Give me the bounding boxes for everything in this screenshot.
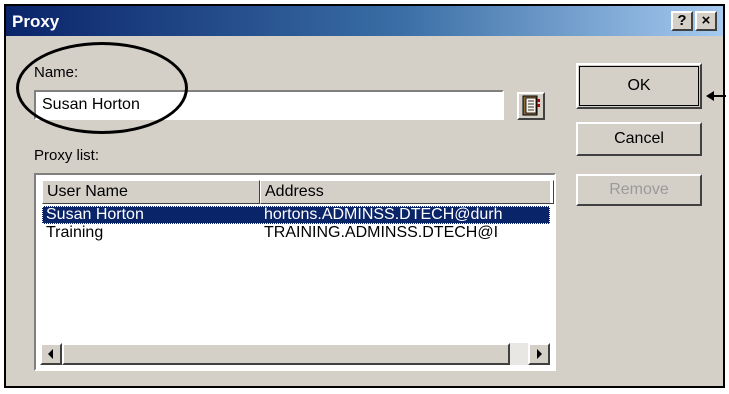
list-item-address: hortons.ADMINSS.DTECH@durh xyxy=(264,206,503,223)
scroll-left-arrow-icon xyxy=(48,349,53,359)
annotation-circle xyxy=(16,42,188,134)
scroll-thumb[interactable] xyxy=(62,343,510,365)
list-item-address: TRAINING.ADMINSS.DTECH@I xyxy=(264,224,499,241)
proxy-list[interactable]: User Name Address Susan Horton hortons.A… xyxy=(34,173,556,371)
scroll-right-button[interactable] xyxy=(528,343,550,365)
address-book-button[interactable] xyxy=(517,92,545,120)
scroll-right-arrow-icon xyxy=(537,349,542,359)
list-item-user-name: Training xyxy=(46,224,104,241)
list-item-user-name: Susan Horton xyxy=(46,206,144,223)
column-header-address[interactable]: Address xyxy=(260,180,554,204)
close-button[interactable]: × xyxy=(695,11,717,31)
proxy-dialog: Proxy ? × Name: Susan Horton Proxy list:… xyxy=(4,4,726,388)
dialog-title: Proxy xyxy=(12,12,60,31)
help-button[interactable]: ? xyxy=(671,11,693,31)
pointer-arrow-icon xyxy=(706,91,726,101)
title-bar[interactable]: Proxy ? × xyxy=(6,6,723,36)
list-item[interactable]: Susan Horton hortons.ADMINSS.DTECH@durh xyxy=(42,206,550,224)
ok-button[interactable]: OK xyxy=(576,63,702,109)
list-item[interactable]: Training TRAINING.ADMINSS.DTECH@I xyxy=(42,224,550,242)
remove-button[interactable]: Remove xyxy=(576,174,702,206)
column-header-user-name[interactable]: User Name xyxy=(42,180,260,204)
horizontal-scrollbar[interactable] xyxy=(40,343,550,365)
address-book-icon xyxy=(522,95,540,116)
list-header: User Name Address xyxy=(42,180,554,204)
proxy-list-label: Proxy list: xyxy=(34,147,100,164)
scroll-left-button[interactable] xyxy=(40,343,62,365)
cancel-button[interactable]: Cancel xyxy=(576,122,702,156)
